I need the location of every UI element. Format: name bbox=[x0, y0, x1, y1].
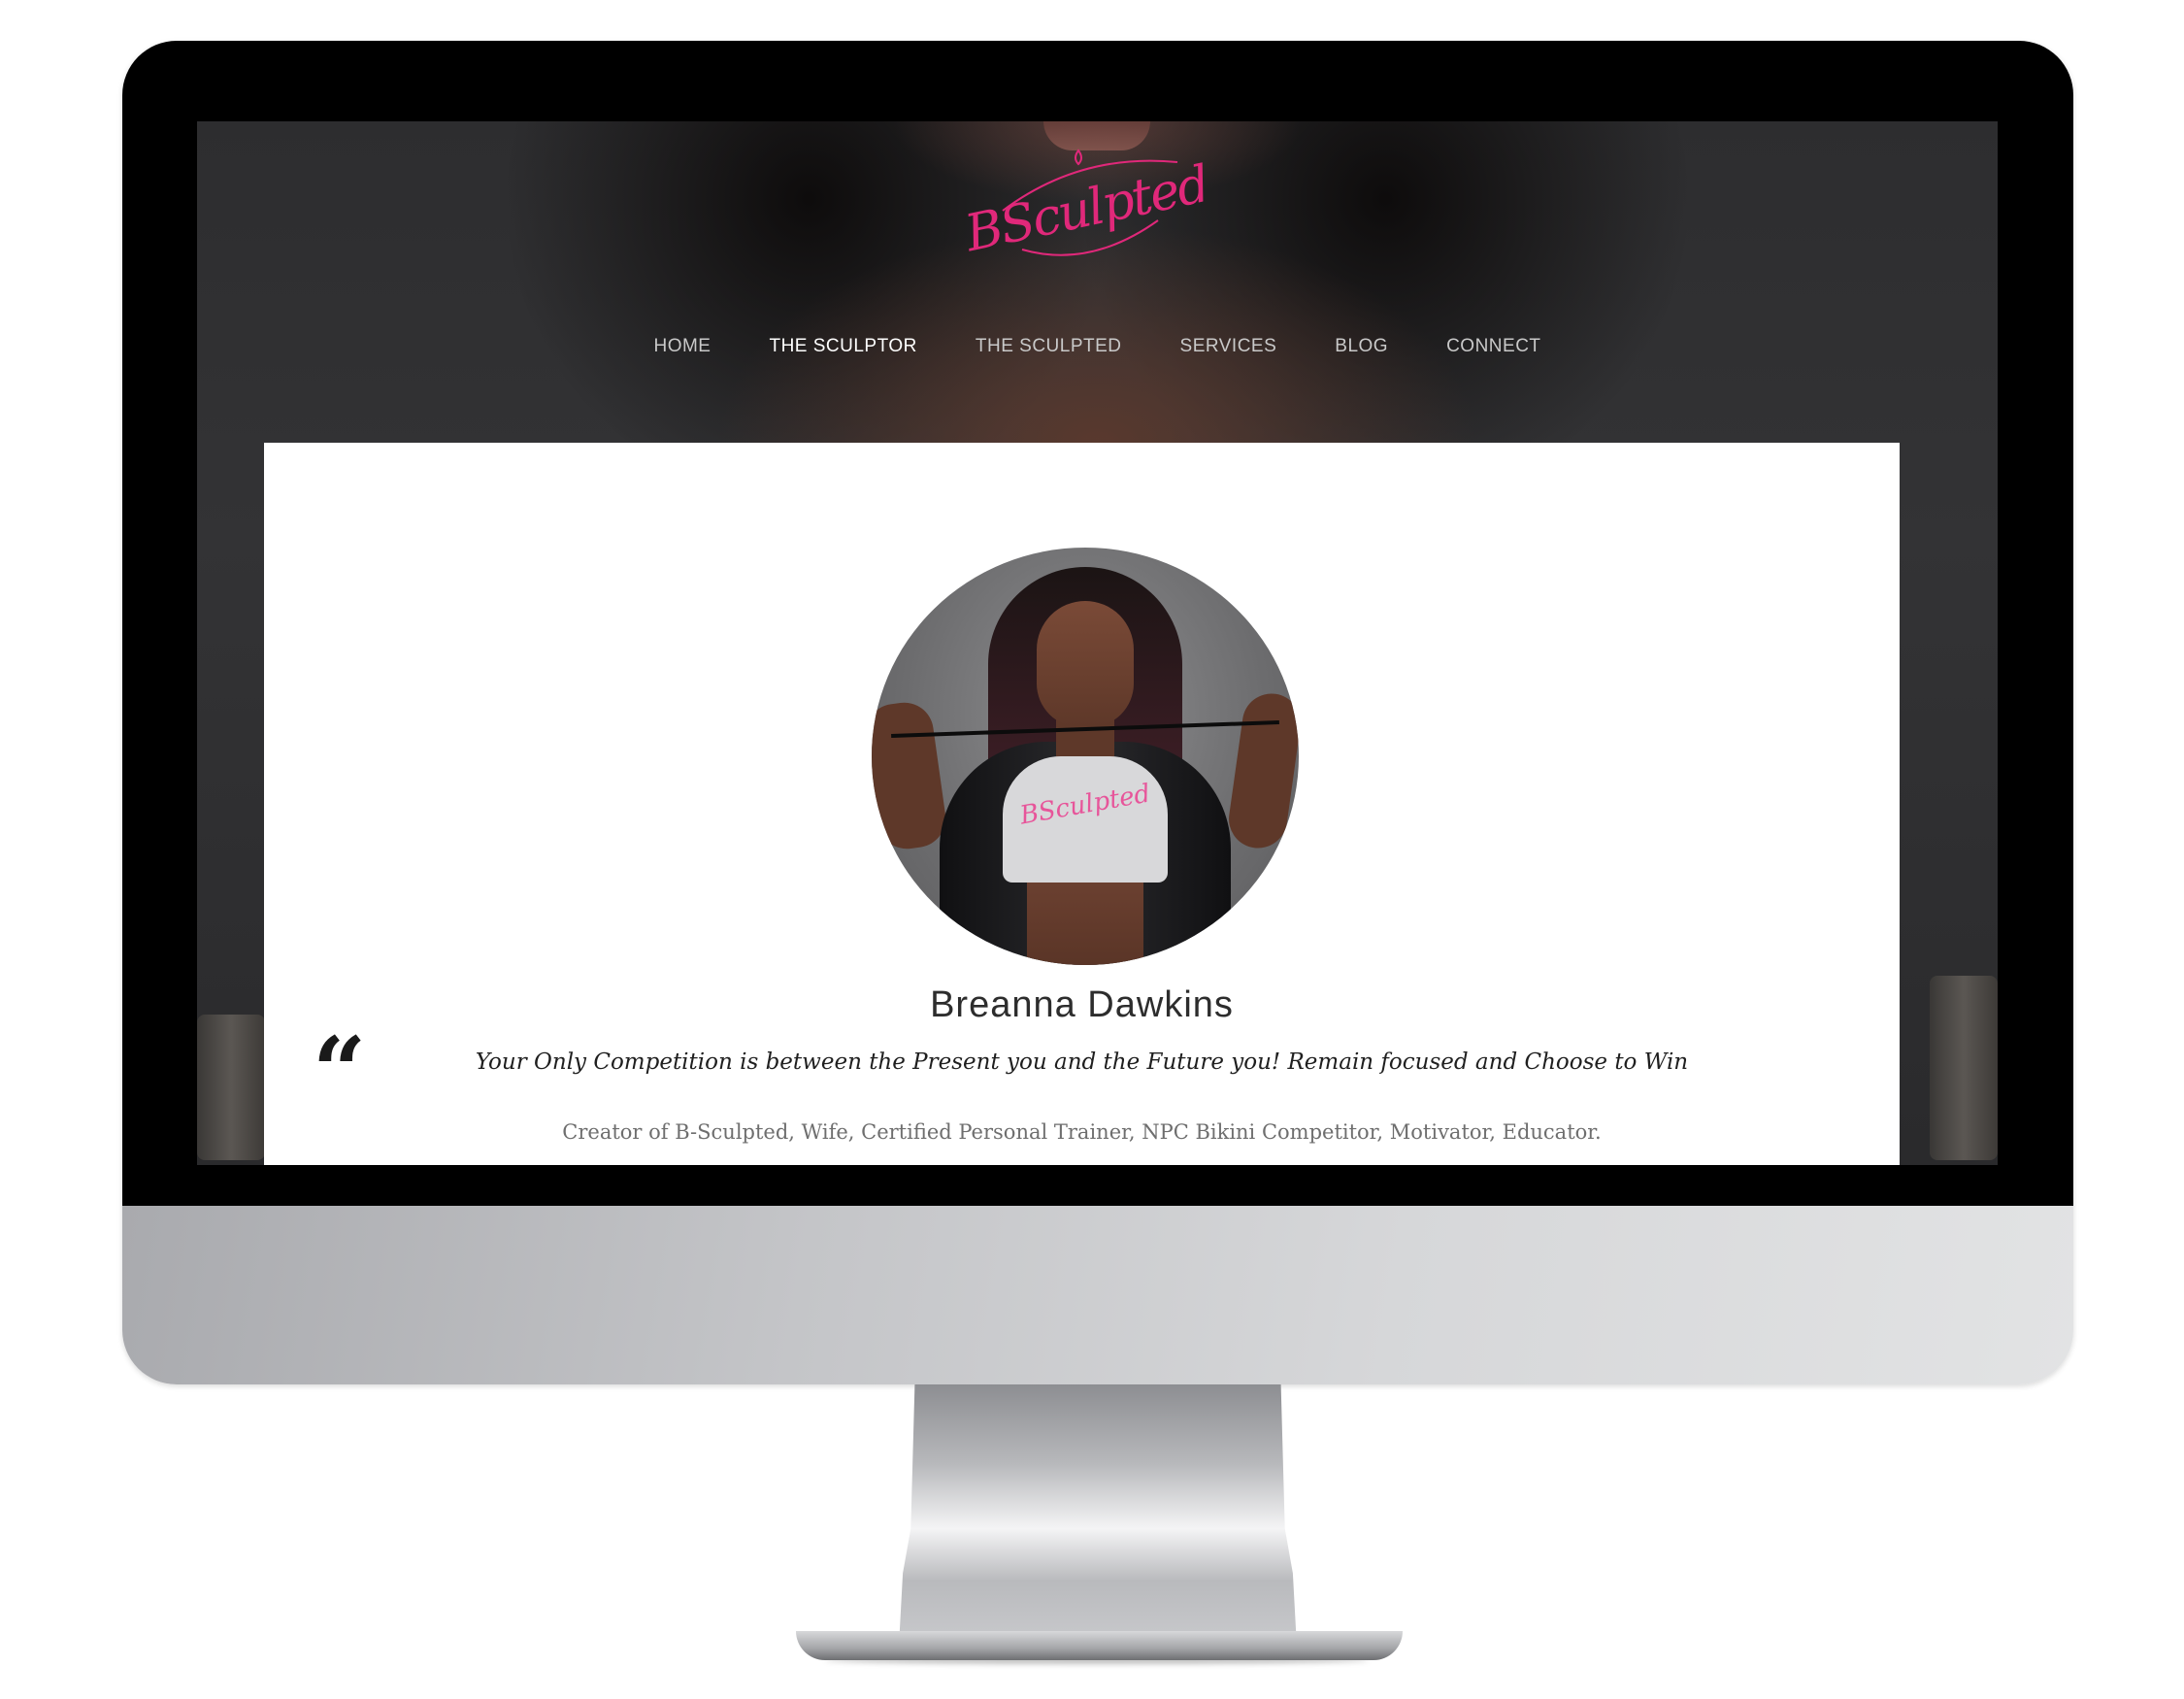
nav-services[interactable]: SERVICES bbox=[1151, 327, 1307, 366]
nav-the-sculptor[interactable]: THE SCULPTOR bbox=[740, 327, 945, 366]
screen: BSculpted HOME THE SCULPTOR THE SCULPTED… bbox=[197, 121, 1998, 1165]
profile-quote: Your Only Competition is between the Pre… bbox=[475, 1049, 1689, 1075]
hero-dumbbell-right bbox=[1930, 976, 1998, 1160]
profile-card: BSculpted Breanna Dawkins “ Your Only Co… bbox=[264, 443, 1900, 1165]
nav-home[interactable]: HOME bbox=[624, 327, 740, 366]
nav-connect[interactable]: CONNECT bbox=[1417, 327, 1570, 366]
monitor-chin bbox=[122, 1206, 2073, 1384]
main-nav: HOME THE SCULPTOR THE SCULPTED SERVICES … bbox=[197, 327, 1998, 366]
hero-dumbbell-left bbox=[197, 1015, 265, 1160]
mockup-stage: BSculpted HOME THE SCULPTOR THE SCULPTED… bbox=[0, 0, 2184, 1699]
nav-blog[interactable]: BLOG bbox=[1306, 327, 1417, 366]
nav-the-sculpted[interactable]: THE SCULPTED bbox=[946, 327, 1151, 366]
profile-name: Breanna Dawkins bbox=[930, 984, 1234, 1025]
site-logo[interactable]: BSculpted bbox=[960, 143, 1213, 269]
monitor-stand-neck bbox=[899, 1384, 1297, 1647]
monitor-stand-foot bbox=[796, 1631, 1403, 1660]
profile-bio: Creator of B-Sculpted, Wife, Certified P… bbox=[562, 1120, 1602, 1144]
profile-photo: BSculpted bbox=[872, 548, 1299, 965]
